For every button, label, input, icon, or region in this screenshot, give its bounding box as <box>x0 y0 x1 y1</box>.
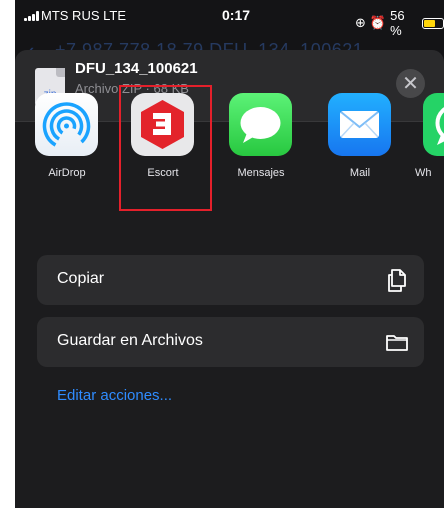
folder-icon <box>384 329 410 355</box>
carrier-label: MTS RUS LTE <box>41 8 126 23</box>
battery-fill <box>424 19 436 27</box>
battery-icon <box>422 17 444 29</box>
action-save-files-label: Guardar en Archivos <box>57 332 203 349</box>
app-label-mensajes: Mensajes <box>237 167 285 179</box>
action-copy-label: Copiar <box>57 270 105 287</box>
action-save-files[interactable]: Guardar en Archivos <box>37 317 424 367</box>
status-bar: MTS RUS LTE 0:17 ⊕ ⏰ 56 % <box>15 0 444 40</box>
mail-icon <box>328 93 391 156</box>
edit-actions-link[interactable]: Editar acciones... <box>57 387 172 404</box>
copy-icon <box>384 267 410 293</box>
app-label-whatsapp: Wh <box>415 167 432 179</box>
app-whatsapp[interactable]: Wh <box>413 93 444 213</box>
signal-icon <box>24 11 39 21</box>
messages-icon <box>229 93 292 156</box>
app-label-airdrop: AirDrop <box>48 167 86 179</box>
action-copy[interactable]: Copiar <box>37 255 424 305</box>
clock: 0:17 <box>222 7 251 23</box>
file-name: DFU_134_100621 <box>75 60 198 77</box>
app-mail[interactable]: Mail <box>318 93 398 213</box>
app-label-mail: Mail <box>349 167 371 179</box>
whatsapp-icon <box>423 93 444 156</box>
app-airdrop[interactable]: AirDrop <box>25 93 105 213</box>
app-mensajes[interactable]: Mensajes <box>219 93 299 213</box>
close-icon: ✕ <box>402 72 419 95</box>
escort-highlight-box <box>119 85 212 211</box>
alarm-icon: ⏰ <box>369 15 387 30</box>
status-icons: ⊕ ⏰ 56 % <box>355 8 444 38</box>
battery-percent: 56 % <box>390 8 405 38</box>
orientation-lock-icon: ⊕ <box>355 15 366 30</box>
phone-screen: MTS RUS LTE 0:17 ⊕ ⏰ 56 % ‹ +7 987 778 1… <box>15 0 444 508</box>
airdrop-icon <box>35 93 98 156</box>
